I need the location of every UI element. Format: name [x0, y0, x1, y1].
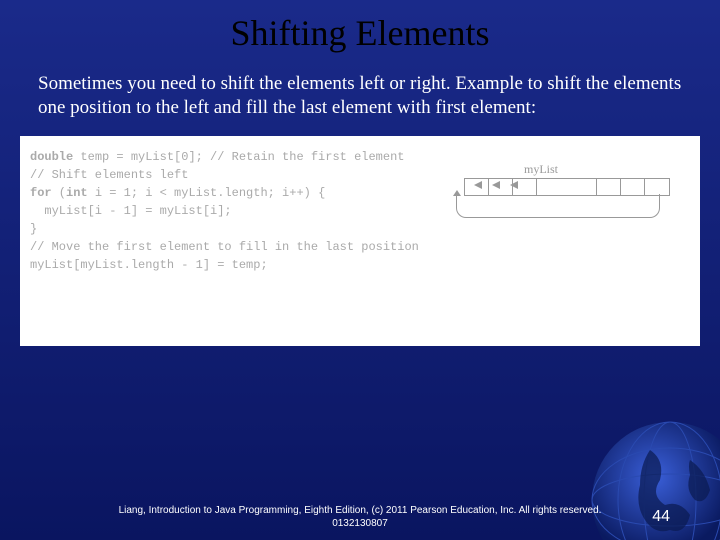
code-text: temp = myList[0]; // Retain the first el…	[73, 150, 404, 164]
code-block: double temp = myList[0]; // Retain the f…	[20, 136, 700, 346]
diagram-label: myList	[524, 160, 558, 178]
shift-arrows-icon	[474, 181, 518, 189]
code-text: myList[myList.length - 1] = temp;	[30, 256, 690, 274]
array-diagram: myList	[464, 178, 670, 196]
code-comment: // Move the first element to fill in the…	[30, 238, 690, 256]
keyword: for	[30, 186, 52, 200]
keyword: double	[30, 150, 73, 164]
code-text: }	[30, 220, 690, 238]
code-text: (	[52, 186, 66, 200]
slide-body: Sometimes you need to shift the elements…	[0, 54, 720, 120]
code-text: i = 1; i < myList.length; i++) {	[88, 186, 326, 200]
wrap-arrow-icon	[456, 194, 660, 218]
slide-title: Shifting Elements	[0, 0, 720, 54]
page-number: 44	[652, 508, 670, 526]
footer-citation: Liang, Introduction to Java Programming,…	[0, 504, 720, 530]
keyword: int	[66, 186, 88, 200]
